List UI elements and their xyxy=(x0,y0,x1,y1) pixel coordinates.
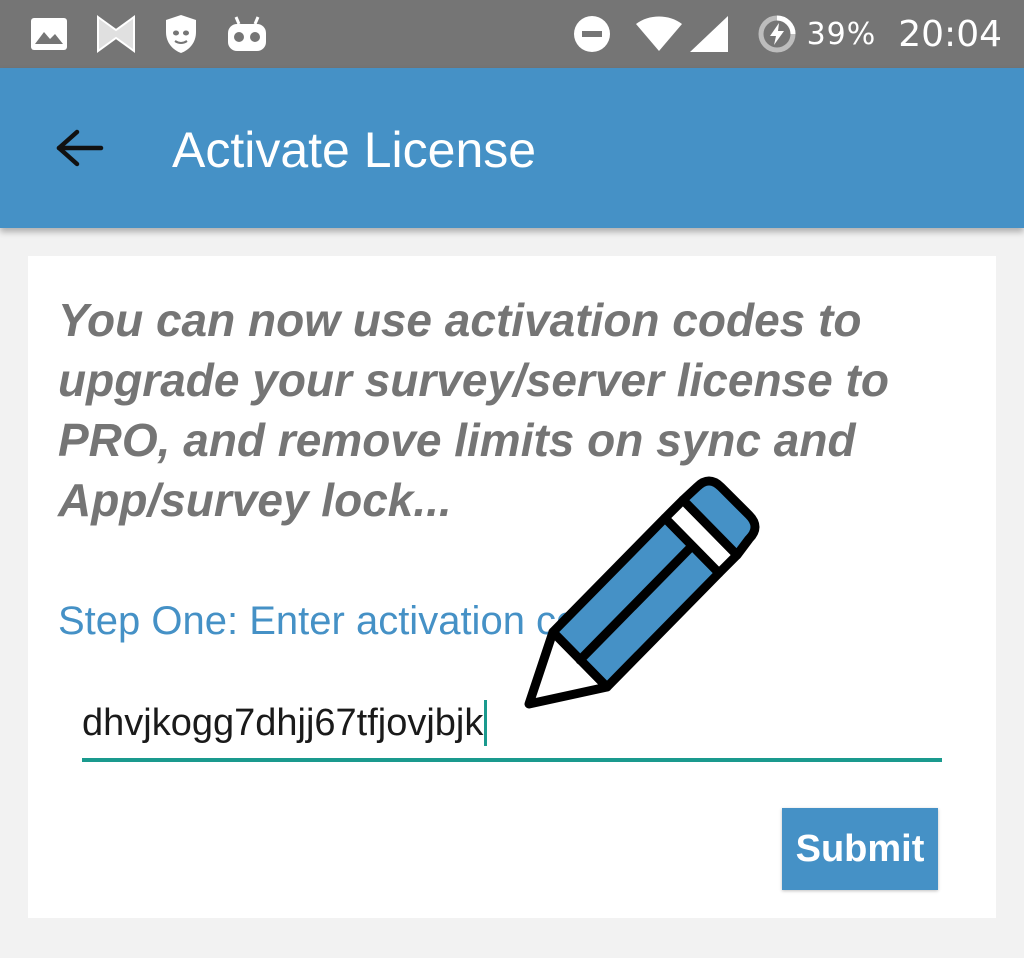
dnd-icon xyxy=(573,15,611,53)
pencil-icon xyxy=(515,475,765,720)
intro-text: You can now use activation codes to upgr… xyxy=(58,294,889,526)
clock-time: 20:04 xyxy=(898,13,1002,55)
arrow-left-icon xyxy=(55,128,105,173)
notification-icons xyxy=(30,12,268,56)
page-title: Activate License xyxy=(172,122,537,178)
cell-signal-icon xyxy=(689,15,729,53)
submit-button[interactable]: Submit xyxy=(782,808,938,890)
battery-percent: 39% xyxy=(806,16,877,52)
status-bar: 39% 20:04 xyxy=(0,0,1024,68)
app-bar: Activate License xyxy=(0,68,1024,228)
robot-icon xyxy=(226,15,268,53)
activation-code-value: dhvjkogg7dhjj67tfjovjbjk xyxy=(82,701,484,744)
text-cursor xyxy=(484,700,488,746)
battery-charging-icon xyxy=(757,14,797,54)
back-button[interactable] xyxy=(44,114,116,186)
activation-code-input[interactable]: dhvjkogg7dhjj67tfjovjbjk xyxy=(82,688,942,762)
image-icon xyxy=(30,17,68,51)
shield-icon xyxy=(164,14,198,54)
bowtie-icon xyxy=(96,15,136,53)
system-icons: 39% 20:04 xyxy=(573,10,1002,58)
license-card: You can now use activation codes to upgr… xyxy=(28,256,996,918)
wifi-icon xyxy=(635,16,683,52)
